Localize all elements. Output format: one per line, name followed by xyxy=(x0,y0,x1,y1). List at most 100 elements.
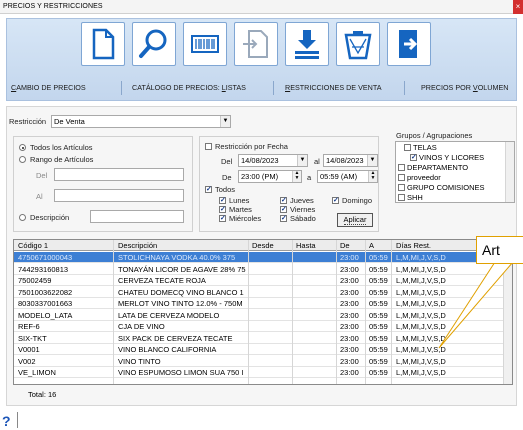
sabado-checkbox[interactable]: ✓ xyxy=(280,215,287,222)
delete-button[interactable] xyxy=(336,22,380,66)
tree-item[interactable]: SHH xyxy=(398,193,423,202)
fecha-al-input[interactable]: 14/08/2023 ▼ xyxy=(323,154,378,167)
table-cell: MODELO_LATA xyxy=(18,310,73,320)
tree-item[interactable]: GRUPO COMISIONES xyxy=(398,183,485,192)
barcode-button[interactable] xyxy=(183,22,227,66)
groups-title: Grupos / Agrupaciones xyxy=(396,131,473,140)
rango-articulos-radio[interactable] xyxy=(19,156,26,163)
spinner-icon: ▲ ▼ xyxy=(368,171,377,182)
groups-tree[interactable]: TELAS ✓ VINOS Y LICORES DEPARTAMENTO prov… xyxy=(395,141,515,203)
tree-scrollbar[interactable] xyxy=(505,142,514,202)
table-cell: 05:59 xyxy=(369,356,388,366)
table-cell: 8030337001663 xyxy=(18,299,73,308)
title-bar: PRECIOS Y RESTRICCIONES × xyxy=(0,0,523,14)
transfer-icon xyxy=(243,30,268,58)
hora-a-input[interactable]: 05:59 (AM) ▲ ▼ xyxy=(317,170,378,183)
viernes-checkbox[interactable]: ✓ xyxy=(280,206,287,213)
todos-dias-checkbox[interactable]: ✓ xyxy=(205,186,212,193)
table-cell: 4750671000043 xyxy=(18,253,73,262)
tree-checkbox[interactable]: ✓ xyxy=(410,154,417,161)
table-cell: 23:00 xyxy=(340,310,359,320)
miercoles-checkbox[interactable]: ✓ xyxy=(219,215,226,222)
tree-checkbox[interactable] xyxy=(398,174,405,181)
toolbar: CAMBIO DE PRECIOS CATÁLOGO DE PRECIOS: L… xyxy=(6,18,517,101)
column-header[interactable]: Hasta xyxy=(294,240,334,251)
exit-button[interactable] xyxy=(387,22,431,66)
lunes-checkbox[interactable]: ✓ xyxy=(219,197,226,204)
tree-checkbox[interactable] xyxy=(398,164,405,171)
tree-checkbox[interactable] xyxy=(398,184,405,191)
table-cell: 05:59 xyxy=(369,299,388,308)
tab-catalogo-precios[interactable]: CATÁLOGO DE PRECIOS: LISTAS xyxy=(132,83,246,92)
fecha-del-input[interactable]: 14/08/2023 ▼ xyxy=(238,154,308,167)
tab-cambio-precios[interactable]: CAMBIO DE PRECIOS xyxy=(11,83,86,92)
restriccion-value: De Venta xyxy=(54,117,85,126)
column-header[interactable]: Código 1 xyxy=(16,240,112,251)
restriccion-select[interactable]: De Venta ▼ xyxy=(51,115,231,128)
column-divider xyxy=(391,240,392,384)
table-cell: SIX-TKT xyxy=(18,333,47,343)
table-cell: 7501003622082 xyxy=(18,287,73,297)
tree-item-label: DEPARTAMENTO xyxy=(407,163,469,172)
status-separator xyxy=(17,412,18,428)
download-icon xyxy=(295,30,319,59)
descripcion-label: Descripción xyxy=(30,213,70,222)
tree-item-label: proveedor xyxy=(407,173,441,182)
barcode-icon xyxy=(191,35,219,53)
hora-de-input[interactable]: 23:00 (PM) ▲ ▼ xyxy=(238,170,302,183)
chevron-down-icon: ▼ xyxy=(297,155,307,166)
table-cell: 23:00 xyxy=(340,276,359,285)
table-cell: MERLOT VINO TINTO 12.0% - 750M xyxy=(118,299,243,308)
tab-restricciones-venta[interactable]: RESTRICCIONES DE VENTA xyxy=(285,83,382,92)
table-row[interactable]: V002 VINO TINTO 23:00 05:59 L,M,MI,J,V,S,D xyxy=(14,356,512,367)
table-cell: L,M,MI,J,V,S,D xyxy=(396,368,446,377)
todos-articulos-radio[interactable] xyxy=(19,144,26,151)
column-header[interactable]: Desde xyxy=(250,240,290,251)
table-cell: 23:00 xyxy=(340,264,359,274)
close-button[interactable]: × xyxy=(513,0,523,14)
todos-dias-label: Todos xyxy=(215,185,236,194)
descripcion-radio[interactable] xyxy=(19,214,26,221)
tab-precios-volumen[interactable]: PRECIOS POR VOLUMEN xyxy=(421,83,508,92)
tree-item[interactable]: proveedor xyxy=(398,173,441,182)
table-cell: VINO TINTO xyxy=(118,356,161,366)
table-row[interactable]: VE_LIMON VINO ESPUMOSO LIMON SUA 750 I 23:… xyxy=(14,367,512,378)
table-cell: 05:59 xyxy=(369,345,388,354)
download-button[interactable] xyxy=(285,22,329,66)
table-cell: 23:00 xyxy=(340,368,359,377)
table-cell: 23:00 xyxy=(340,253,359,262)
tree-item[interactable]: TELAS xyxy=(404,143,437,152)
column-header[interactable]: De xyxy=(338,240,364,251)
table-cell: 744293160813 xyxy=(18,264,69,274)
domingo-checkbox[interactable]: ✓ xyxy=(332,197,339,204)
table-cell: 05:59 xyxy=(369,287,388,297)
sabado-label: Sábado xyxy=(290,214,316,223)
new-document-button[interactable] xyxy=(81,22,125,66)
help-icon[interactable]: ? xyxy=(2,413,11,429)
table-cell: 05:59 xyxy=(369,333,388,343)
column-header[interactable]: Descripción xyxy=(116,240,248,251)
tree-item-label: GRUPO COMISIONES xyxy=(407,183,485,192)
search-button[interactable] xyxy=(132,22,176,66)
aplicar-button[interactable]: Aplicar xyxy=(337,213,373,227)
table-cell: LATA DE CERVEZA MODELO xyxy=(118,310,220,320)
tree-item-label: VINOS Y LICORES xyxy=(419,153,485,162)
column-divider xyxy=(292,240,293,384)
al-input[interactable] xyxy=(54,189,184,202)
tree-item[interactable]: ✓ VINOS Y LICORES xyxy=(410,153,484,162)
tree-checkbox[interactable] xyxy=(404,144,411,151)
tree-item[interactable]: DEPARTAMENTO xyxy=(398,163,468,172)
tree-checkbox[interactable] xyxy=(398,194,405,201)
tree-item-label: TELAS xyxy=(413,143,437,152)
transfer-button[interactable] xyxy=(234,22,278,66)
table-cell: SIX PACK DE CERVEZA TECATE xyxy=(118,333,233,343)
descripcion-input[interactable] xyxy=(90,210,184,223)
rango-articulos-label: Rango de Artículos xyxy=(30,155,94,164)
jueves-checkbox[interactable]: ✓ xyxy=(280,197,287,204)
martes-checkbox[interactable]: ✓ xyxy=(219,206,226,213)
restriccion-fecha-checkbox[interactable] xyxy=(205,143,212,150)
column-header[interactable]: A xyxy=(367,240,389,251)
tab-separator xyxy=(273,81,274,95)
del-input[interactable] xyxy=(54,168,184,181)
miercoles-label: Miércoles xyxy=(229,214,262,223)
